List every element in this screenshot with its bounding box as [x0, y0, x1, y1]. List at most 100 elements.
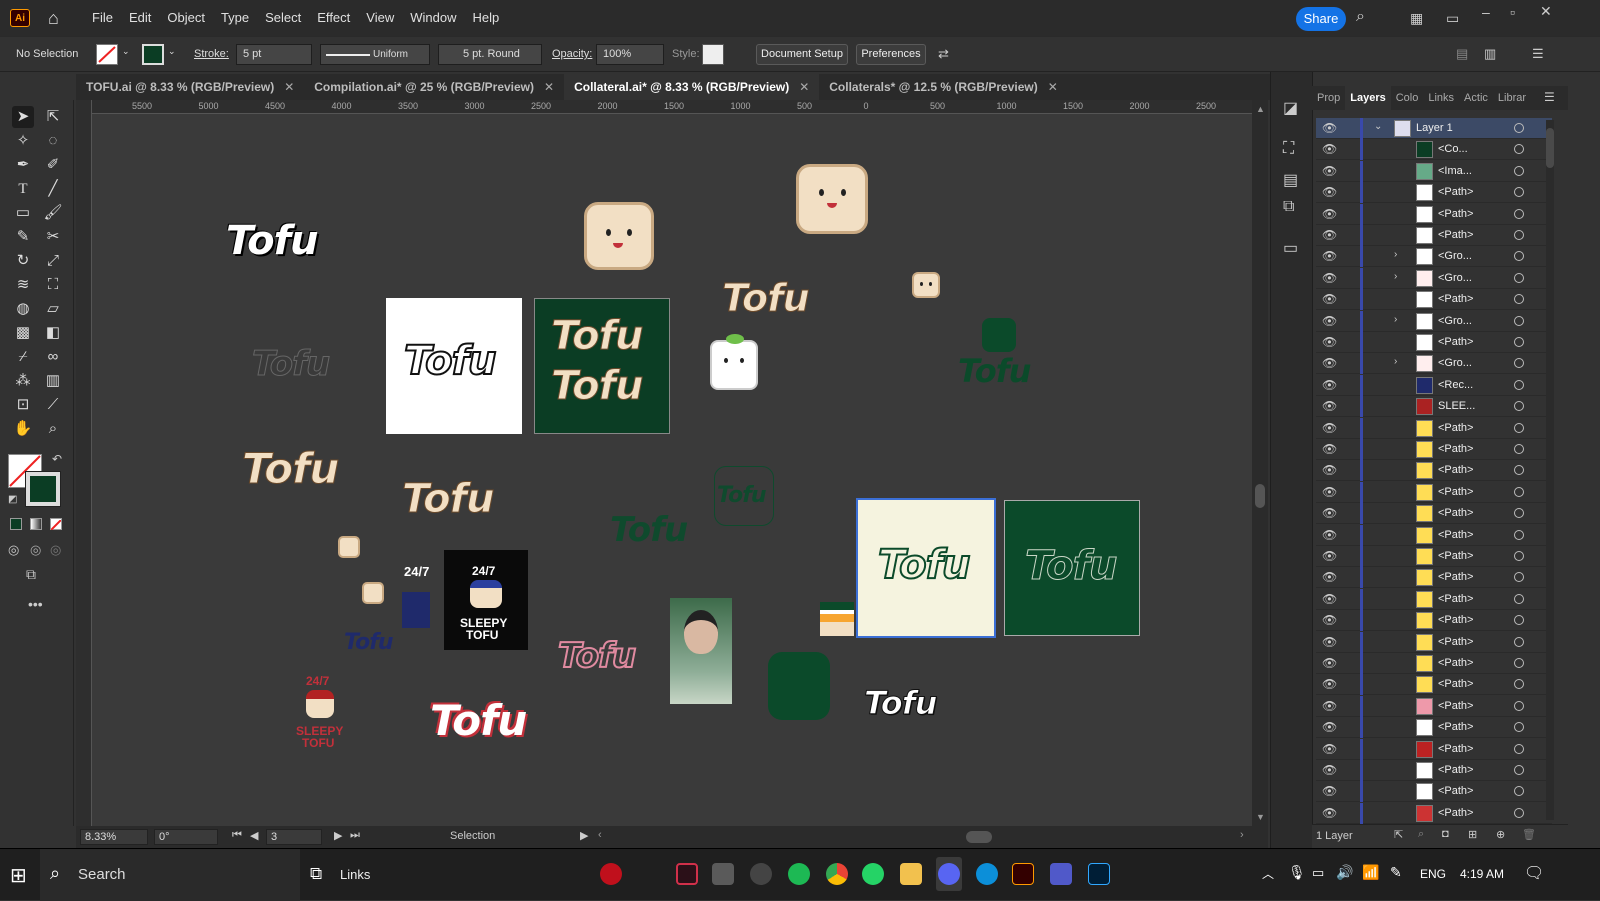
workspace-icon[interactable]: ▭: [1446, 10, 1459, 27]
sleepy-tofu-red-logo[interactable]: 24/7 SLEEPY TOFU: [290, 672, 350, 752]
layer-row[interactable]: 👁 <Path>: [1316, 481, 1552, 503]
layer-row[interactable]: 👁 <Path>: [1316, 802, 1552, 824]
visibility-eye-icon[interactable]: 👁: [1322, 164, 1337, 178]
layer-row[interactable]: 👁 <Rec...: [1316, 374, 1552, 396]
target-circle-icon[interactable]: [1514, 187, 1524, 198]
tofu-plant-mascot[interactable]: [710, 334, 758, 390]
chevron-down-icon[interactable]: ⌄: [168, 46, 176, 57]
stroke-color-swatch[interactable]: [25, 471, 61, 507]
layer-row[interactable]: 👁 <Path>: [1316, 439, 1552, 460]
close-icon[interactable]: ✕: [1540, 3, 1552, 20]
direct-selection-tool-icon[interactable]: ⇱: [42, 106, 64, 128]
panel-tab-colo[interactable]: Colo: [1391, 86, 1424, 110]
new-sublayer-icon[interactable]: ⊞: [1468, 828, 1477, 841]
close-tab-icon[interactable]: ✕: [1048, 74, 1058, 100]
visibility-eye-icon[interactable]: 👁: [1322, 314, 1337, 328]
prev-artboard-icon[interactable]: ◀: [250, 829, 258, 842]
visibility-eye-icon[interactable]: 👁: [1322, 806, 1337, 820]
notifications-icon[interactable]: 🗨: [1524, 863, 1544, 883]
layer-row[interactable]: 👁 ⌄ Layer 1: [1316, 118, 1552, 139]
scale-tool-icon[interactable]: ⤢: [42, 250, 64, 272]
chrome-icon[interactable]: [826, 863, 848, 885]
rectangle-tool-icon[interactable]: ▭: [12, 202, 34, 224]
target-circle-icon[interactable]: [1514, 337, 1524, 347]
properties-icon[interactable]: ◪: [1283, 98, 1298, 118]
clipping-mask-icon[interactable]: ◘: [1442, 828, 1449, 840]
layer-row[interactable]: 👁 › <Gro...: [1316, 310, 1552, 332]
menu-window[interactable]: Window: [402, 0, 464, 36]
layer-row[interactable]: 👁 <Path>: [1316, 524, 1552, 546]
swap-colors-icon[interactable]: ↶: [52, 452, 62, 466]
volume-icon[interactable]: 🔊: [1336, 864, 1353, 881]
target-circle-icon[interactable]: [1514, 615, 1524, 626]
canvas[interactable]: Tofu Tofu Tofu Tofu Tofu Tofu Tofu Tofu …: [92, 114, 1252, 826]
layer-row[interactable]: 👁 <Path>: [1316, 503, 1552, 525]
target-circle-icon[interactable]: [1514, 486, 1524, 497]
shaper-tool-icon[interactable]: ✎: [12, 226, 34, 248]
fill-swatch[interactable]: [96, 44, 118, 65]
target-circle-icon[interactable]: [1514, 251, 1524, 262]
document-setup-button[interactable]: Document Setup: [756, 44, 848, 65]
target-circle-icon[interactable]: [1514, 465, 1524, 476]
arrange-documents-icon[interactable]: ▦: [1410, 10, 1423, 27]
visibility-eye-icon[interactable]: 👁: [1322, 442, 1337, 456]
target-circle-icon[interactable]: [1514, 658, 1524, 668]
screen-mode-icon[interactable]: ⧉: [26, 566, 36, 583]
visibility-eye-icon[interactable]: 👁: [1322, 506, 1337, 520]
illustrator-taskbar-icon[interactable]: [1012, 863, 1034, 885]
visibility-eye-icon[interactable]: 👁: [1322, 763, 1337, 777]
home-icon[interactable]: ⌂: [48, 8, 70, 28]
lasso-tool-icon[interactable]: ◌: [42, 130, 64, 152]
pen-tool-icon[interactable]: ✒: [12, 154, 34, 176]
type-tool-icon[interactable]: T: [12, 178, 34, 200]
menu-select[interactable]: Select: [257, 0, 309, 36]
layer-row[interactable]: 👁 <Path>: [1316, 332, 1552, 353]
visibility-eye-icon[interactable]: 👁: [1322, 249, 1337, 263]
draw-normal-icon[interactable]: ◎: [8, 542, 19, 558]
layer-row[interactable]: 👁 <Path>: [1316, 289, 1552, 311]
target-circle-icon[interactable]: [1514, 786, 1524, 797]
tofu-logo-dark-green[interactable]: Tofu: [958, 352, 1031, 390]
scroll-left-icon[interactable]: ‹: [598, 829, 602, 841]
target-circle-icon[interactable]: [1514, 765, 1524, 775]
selection-tool-icon[interactable]: ➤: [12, 106, 34, 128]
pathfinder-icon[interactable]: ⧉: [1283, 198, 1294, 216]
document-tab[interactable]: Collaterals* @ 12.5 % (RGB/Preview) ✕: [819, 74, 1068, 100]
column-graph-tool-icon[interactable]: ▥: [42, 370, 64, 392]
target-circle-icon[interactable]: [1514, 529, 1524, 540]
visibility-eye-icon[interactable]: 👁: [1322, 356, 1337, 370]
tofu-mascot-face[interactable]: [584, 202, 654, 270]
settings-icon[interactable]: [750, 863, 772, 885]
slice-tool-icon[interactable]: ⟋: [42, 394, 64, 416]
layer-row[interactable]: 👁 › <Gro...: [1316, 353, 1552, 375]
new-layer-icon[interactable]: ⊕: [1496, 828, 1505, 841]
menu-object[interactable]: Object: [159, 0, 213, 36]
panel-tab-links[interactable]: Links: [1423, 86, 1459, 110]
expand-chevron-icon[interactable]: ›: [1394, 271, 1397, 282]
layer-row[interactable]: 👁 <Path>: [1316, 203, 1552, 225]
spotify-icon[interactable]: [788, 863, 810, 885]
scroll-right-icon[interactable]: ›: [1240, 829, 1244, 841]
sleepy-247-label[interactable]: 24/7: [404, 564, 429, 579]
artboard-white-logo[interactable]: Tofu: [386, 298, 522, 434]
target-circle-icon[interactable]: [1514, 700, 1524, 711]
more-tools-icon[interactable]: •••: [28, 596, 43, 612]
target-circle-icon[interactable]: [1514, 743, 1524, 754]
artboard-number-field[interactable]: 3: [266, 829, 322, 845]
document-tab[interactable]: Collateral.ai* @ 8.33 % (RGB/Preview) ✕: [564, 74, 820, 100]
free-transform-tool-icon[interactable]: ⛶: [42, 274, 64, 296]
target-circle-icon[interactable]: [1514, 807, 1524, 818]
target-circle-icon[interactable]: [1514, 593, 1524, 604]
shape-builder-tool-icon[interactable]: ◍: [12, 298, 34, 320]
visibility-eye-icon[interactable]: 👁: [1322, 613, 1337, 627]
links-toolbar[interactable]: Links: [340, 867, 370, 882]
zoom-tool-icon[interactable]: ⌕: [42, 418, 64, 440]
panel-menu-icon[interactable]: ☰: [1544, 90, 1555, 104]
color-palette-swatch[interactable]: [820, 602, 854, 636]
expand-chevron-icon[interactable]: ⌄: [1374, 121, 1382, 132]
tofu-logo-beige[interactable]: Tofu: [722, 276, 811, 321]
target-circle-icon[interactable]: [1514, 294, 1524, 305]
panel-tab-actic[interactable]: Actic: [1459, 86, 1493, 110]
locate-object-icon[interactable]: ⌕: [1418, 828, 1424, 841]
layers-scroll-thumb[interactable]: [1546, 128, 1554, 168]
